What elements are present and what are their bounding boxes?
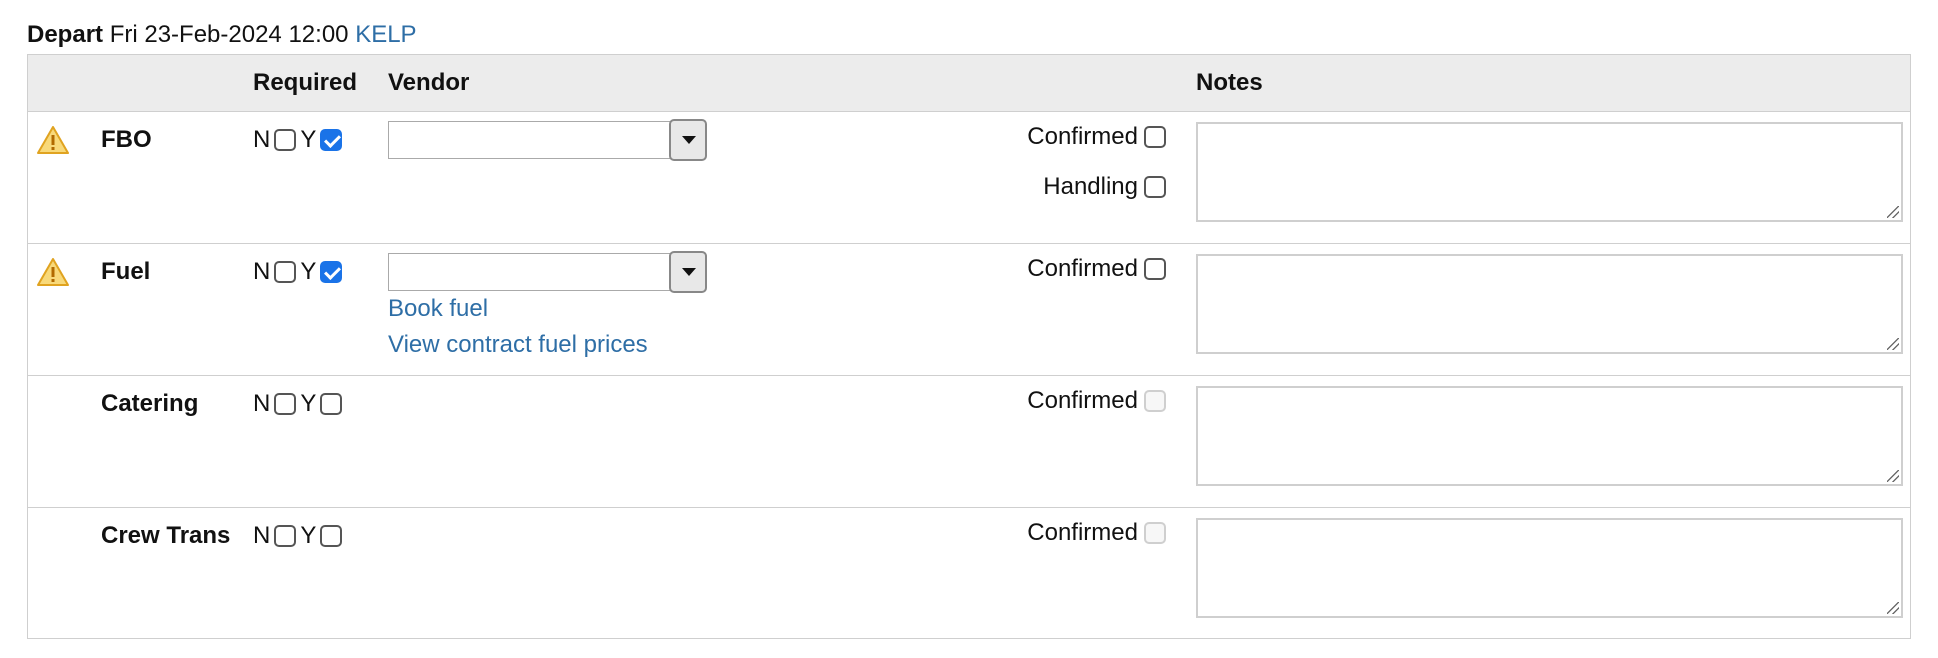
column-notes: Notes [1196,69,1263,96]
confirmed-field: Confirmed [1027,122,1166,152]
vendor-select[interactable] [388,251,707,293]
handling-label: Handling [1043,173,1138,200]
airport-link[interactable]: KELP [355,21,416,48]
confirmed-checkbox [1144,390,1166,412]
y-label: Y [300,522,317,549]
service-row-crew-trans: Crew Trans N Y Confirmed [28,508,1910,640]
vendor-select[interactable] [388,119,707,161]
service-row-fuel: Fuel N Y Book fuel View contract fuel pr… [28,244,1910,376]
required-no-checkbox[interactable] [274,261,297,283]
n-label: N [253,258,271,285]
warning-triangle-icon [37,258,69,286]
required-yes-checkbox[interactable] [320,129,343,151]
handling-checkbox[interactable] [1144,176,1166,198]
service-name: Crew Trans [101,522,231,549]
services-table: Required Vendor Notes FBO N Y Confirmed … [27,54,1911,639]
required-toggle: N Y [253,389,343,419]
service-name: Catering [101,390,199,417]
y-label: Y [300,258,317,285]
departure-header: Depart Fri 23-Feb-2024 12:00 KELP [27,20,417,50]
required-no-checkbox[interactable] [274,129,297,151]
confirmed-label: Confirmed [1027,387,1138,414]
confirmed-field: Confirmed [1027,518,1166,548]
notes-textarea[interactable] [1196,254,1903,354]
required-no-checkbox[interactable] [274,393,297,415]
required-yes-checkbox[interactable] [320,393,343,415]
confirmed-label: Confirmed [1027,519,1138,546]
required-toggle: N Y [253,521,343,551]
chevron-down-icon[interactable] [669,251,707,293]
confirmed-checkbox[interactable] [1144,258,1166,280]
required-toggle: N Y [253,125,343,155]
required-no-checkbox[interactable] [274,525,297,547]
required-yes-checkbox[interactable] [320,525,343,547]
column-vendor: Vendor [388,69,470,96]
service-row-fbo: FBO N Y Confirmed Handling [28,112,1910,244]
notes-textarea[interactable] [1196,518,1903,618]
n-label: N [253,390,271,417]
y-label: Y [300,126,317,153]
notes-textarea[interactable] [1196,122,1903,222]
warning-triangle-icon [37,126,69,154]
confirmed-checkbox [1144,522,1166,544]
chevron-down-icon[interactable] [669,119,707,161]
confirmed-field: Confirmed [1027,386,1166,416]
required-toggle: N Y [253,257,343,287]
view-contract-fuel-prices-link[interactable]: View contract fuel prices [388,330,648,360]
y-label: Y [300,390,317,417]
depart-datetime: Fri 23-Feb-2024 12:00 [109,21,349,48]
notes-textarea[interactable] [1196,386,1903,486]
handling-field: Handling [1043,172,1166,202]
n-label: N [253,522,271,549]
service-row-catering: Catering N Y Confirmed [28,376,1910,508]
service-name: Fuel [101,258,151,285]
service-name: FBO [101,126,152,153]
required-yes-checkbox[interactable] [320,261,343,283]
column-required: Required [253,69,358,96]
confirmed-checkbox[interactable] [1144,126,1166,148]
table-header: Required Vendor Notes [28,55,1910,112]
confirmed-field: Confirmed [1027,254,1166,284]
confirmed-label: Confirmed [1027,255,1138,282]
confirmed-label: Confirmed [1027,123,1138,150]
n-label: N [253,126,271,153]
book-fuel-link[interactable]: Book fuel [388,294,488,324]
depart-label: Depart [27,21,104,48]
